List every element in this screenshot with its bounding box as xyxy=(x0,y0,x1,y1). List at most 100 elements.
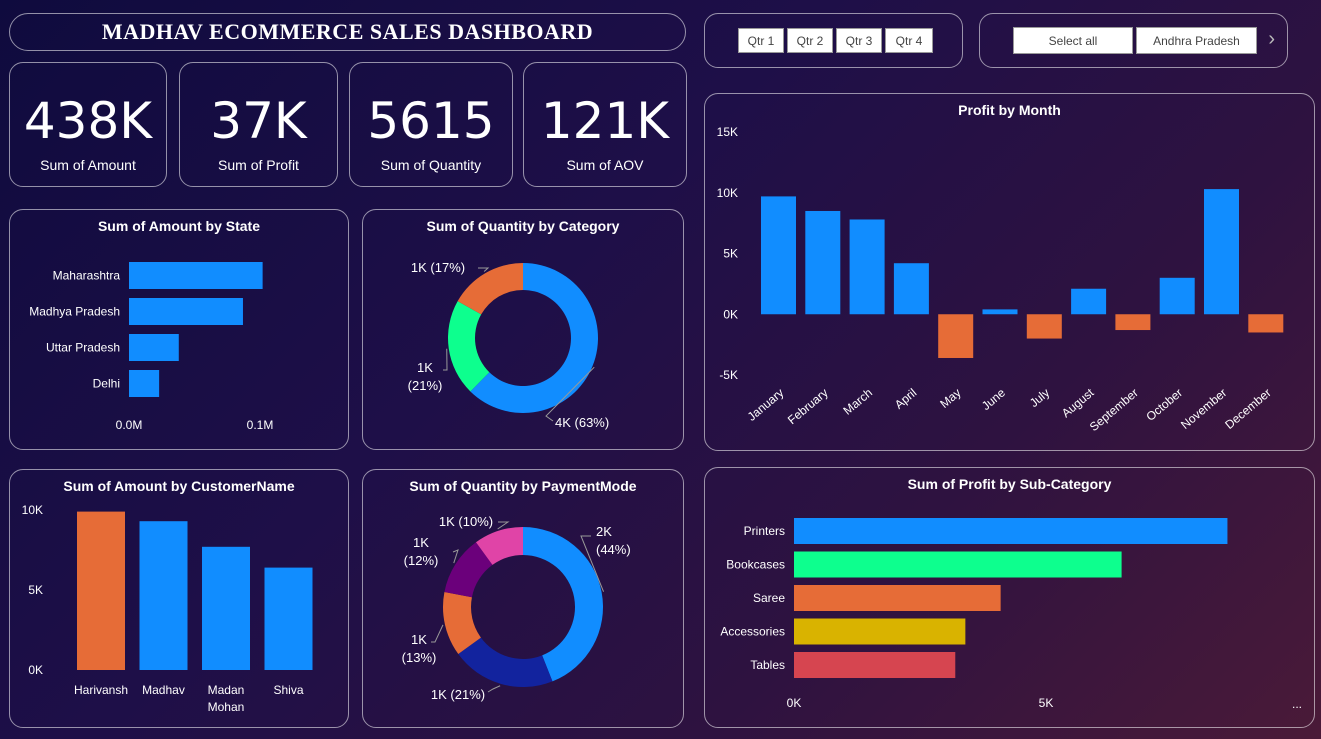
chart-profit-by-subcategory[interactable]: Sum of Profit by Sub-Category Printers Bo… xyxy=(704,467,1315,728)
kpi-card-profit: 37K Sum of Profit xyxy=(179,62,338,187)
category-label: Delhi xyxy=(93,377,120,391)
subcategory-bar-chart: Printers Bookcases Saree Accessories Tables 0… xyxy=(720,518,1228,710)
category-label: Maharashtra xyxy=(53,269,121,283)
leader-line xyxy=(478,267,490,272)
bar-june xyxy=(982,309,1018,315)
slice-label: 1K xyxy=(417,360,433,375)
slice-label: 2K xyxy=(596,524,612,539)
x-tick-label: 0.0M xyxy=(116,418,143,432)
bar-madhav xyxy=(139,521,188,670)
category-label: Tables xyxy=(750,658,785,672)
chart-amount-by-state[interactable]: Sum of Amount by State Maharashtra Madhya… xyxy=(9,209,349,450)
bar-maharashtra xyxy=(129,262,263,289)
y-tick-label: 5K xyxy=(723,247,738,261)
category-label: Uttar Pradesh xyxy=(46,341,120,355)
customer-label: Madan xyxy=(208,683,245,697)
bar-madan-mohan xyxy=(202,546,250,670)
payment-slice xyxy=(458,637,553,687)
bar-january xyxy=(761,196,796,315)
quarter-button-1[interactable]: Qtr 1 xyxy=(738,28,784,53)
kpi-label: Sum of Profit xyxy=(218,157,299,173)
kpi-label: Sum of Quantity xyxy=(380,157,482,173)
bar-december xyxy=(1248,314,1284,333)
y-tick-label: -5K xyxy=(719,368,738,382)
bar-harivansh xyxy=(77,511,125,670)
quarter-slicer: Qtr 1 Qtr 2 Qtr 3 Qtr 4 xyxy=(704,13,963,68)
slice-label: (21%) xyxy=(408,378,443,393)
y-tick-label: 10K xyxy=(22,503,43,517)
month-bar-chart: 15K 10K 5K 0K -5K JanuaryFebruary March April Ma… xyxy=(717,125,1284,434)
slice-label: 1K (21%) xyxy=(431,687,485,702)
slice-label: (13%) xyxy=(402,650,437,665)
kpi-label: Sum of AOV xyxy=(566,157,644,173)
category-label: Accessories xyxy=(720,625,785,639)
state-select-all-button[interactable]: Select all xyxy=(1013,27,1133,54)
bar-may xyxy=(938,314,974,358)
month-label: February xyxy=(785,386,831,428)
month-label: October xyxy=(1143,386,1185,424)
slice-label: (12%) xyxy=(404,553,439,568)
dashboard-title: MADHAV ECOMMERCE SALES DASHBOARD xyxy=(101,19,594,44)
month-label: June xyxy=(979,385,1008,413)
bar-march xyxy=(849,219,885,315)
slice-label: 1K (10%) xyxy=(439,514,493,529)
kpi-label: Sum of Amount xyxy=(40,157,136,173)
bar-november xyxy=(1204,189,1239,315)
kpi-value: 438K xyxy=(23,92,153,150)
bar-tables xyxy=(794,652,956,678)
bar-august xyxy=(1071,288,1107,315)
month-label: January xyxy=(745,386,787,424)
customer-label: Shiva xyxy=(273,683,303,697)
x-tick-label: 5K xyxy=(1039,696,1054,710)
customer-bar-chart: 10K 5K 0K Harivansh Madhav Madan Mohan Shiva xyxy=(22,503,313,714)
month-label: July xyxy=(1027,386,1052,410)
leader-line xyxy=(443,348,448,371)
y-tick-label: 0K xyxy=(28,663,43,677)
kpi-card-aov: 121K Sum of AOV xyxy=(523,62,687,187)
chevron-right-icon[interactable]: › xyxy=(1268,28,1275,51)
chart-profit-by-month[interactable]: Profit by Month 15K 10K 5K 0K -5K January Febr… xyxy=(704,93,1315,451)
y-tick-label: 10K xyxy=(717,186,738,200)
chart-amount-by-customer[interactable]: Sum of Amount by CustomerName 10K 5K 0K Har… xyxy=(9,469,349,728)
chart-quantity-by-paymentmode[interactable]: Sum of Quantity by PaymentMode 2K (44%) 1K… xyxy=(362,469,684,728)
y-tick-label: 0K xyxy=(723,307,738,321)
bar-printers xyxy=(794,518,1228,544)
category-label: Madhya Pradesh xyxy=(29,305,120,319)
customer-label: Harivansh xyxy=(74,683,128,697)
bar-april xyxy=(893,263,929,315)
month-label: November xyxy=(1178,386,1229,432)
state-andhra-pradesh-button[interactable]: Andhra Pradesh xyxy=(1136,27,1257,54)
y-tick-label: 5K xyxy=(28,583,43,597)
state-slicer: Select all Andhra Pradesh › xyxy=(979,13,1288,68)
leader-line xyxy=(431,624,444,643)
leader-line xyxy=(452,549,459,564)
customer-label: Mohan xyxy=(208,700,245,714)
slice-label: 1K xyxy=(411,632,427,647)
kpi-card-quantity: 5615 Sum of Quantity xyxy=(349,62,513,187)
kpi-value: 121K xyxy=(540,92,670,150)
bar-madhya-pradesh xyxy=(129,298,243,325)
bar-uttar-pradesh xyxy=(129,334,179,361)
more-options-icon[interactable]: ... xyxy=(1292,697,1302,711)
bar-accessories xyxy=(794,618,966,645)
bar-delhi xyxy=(129,370,160,397)
month-label: April xyxy=(892,386,919,412)
bar-bookcases xyxy=(794,551,1122,578)
kpi-value: 5615 xyxy=(367,92,495,150)
bar-shiva xyxy=(264,567,313,670)
bar-saree xyxy=(794,585,1001,611)
category-label: Printers xyxy=(744,524,785,538)
slice-label: 4K (63%) xyxy=(555,415,609,430)
category-donut-chart: 4K (63%) 1K (21%) 1K (17%) xyxy=(408,260,610,430)
category-label: Bookcases xyxy=(726,558,785,572)
month-label: September xyxy=(1087,386,1141,434)
bar-october xyxy=(1159,277,1195,315)
payment-donut-chart: 2K (44%) 1K (21%) 1K (13%) 1K (12%) 1K (10%) xyxy=(402,514,631,702)
state-bar-chart: Maharashtra Madhya Pradesh Uttar Pradesh De… xyxy=(29,262,273,432)
chart-quantity-by-category[interactable]: Sum of Quantity by Category 4K (63%) 1K (2… xyxy=(362,209,684,450)
quarter-button-4[interactable]: Qtr 4 xyxy=(885,28,933,53)
y-tick-label: 15K xyxy=(717,125,738,139)
quarter-button-2[interactable]: Qtr 2 xyxy=(787,28,833,53)
quarter-button-3[interactable]: Qtr 3 xyxy=(836,28,882,53)
month-label: March xyxy=(840,386,875,418)
